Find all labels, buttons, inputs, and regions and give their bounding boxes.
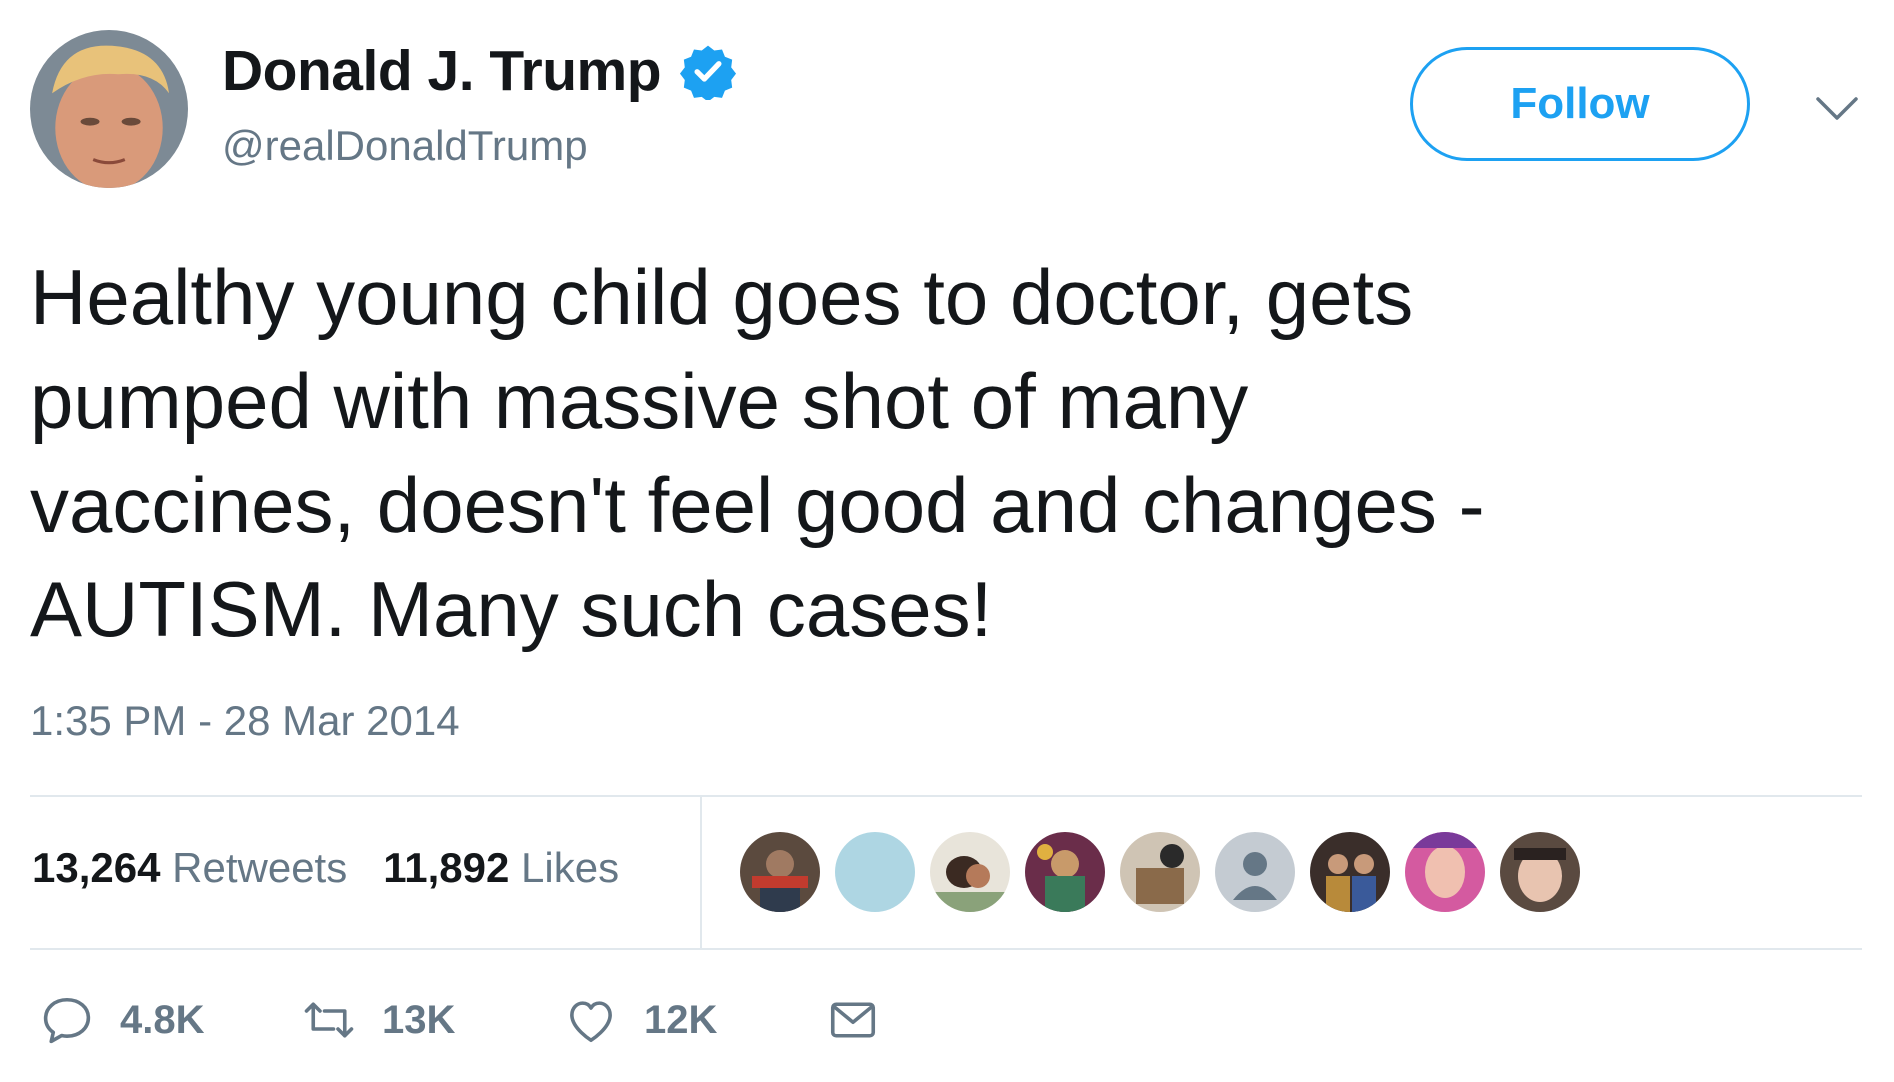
reply-button[interactable]: 4.8K bbox=[40, 993, 302, 1047]
like-button[interactable]: 12K bbox=[564, 993, 826, 1047]
retweets-stat[interactable]: 13,264 Retweets bbox=[32, 844, 347, 892]
chevron-down-icon[interactable] bbox=[1815, 95, 1859, 123]
retweet-button[interactable]: 13K bbox=[302, 993, 564, 1047]
reply-icon bbox=[43, 997, 91, 1044]
liker-avatar[interactable] bbox=[1025, 832, 1105, 912]
author-handle[interactable]: @realDonaldTrump bbox=[222, 122, 588, 170]
reply-count: 4.8K bbox=[120, 997, 205, 1042]
divider bbox=[30, 795, 1862, 797]
liker-avatar[interactable] bbox=[1310, 832, 1390, 912]
default-avatar[interactable] bbox=[1215, 832, 1295, 912]
liker-avatars bbox=[740, 832, 1580, 912]
divider bbox=[30, 948, 1862, 950]
verified-badge-icon bbox=[680, 45, 737, 100]
author-display-name[interactable]: Donald J. Trump bbox=[222, 38, 662, 104]
tweet-text: Healthy young child goes to doctor, gets… bbox=[30, 253, 1485, 653]
heart-icon bbox=[570, 1001, 612, 1043]
likes-label: Likes bbox=[521, 844, 620, 891]
avatar-image bbox=[30, 30, 188, 188]
follow-button[interactable]: Follow bbox=[1410, 47, 1750, 161]
likes-stat[interactable]: 11,892 Likes bbox=[383, 844, 619, 892]
tweet-actions: 4.8K 13K 12K bbox=[40, 993, 880, 1047]
liker-avatar[interactable] bbox=[835, 832, 915, 912]
tweet-timestamp[interactable]: 1:35 PM - 28 Mar 2014 bbox=[30, 697, 460, 745]
retweets-label: Retweets bbox=[172, 844, 348, 891]
author-name-row: Donald J. Trump bbox=[222, 38, 737, 104]
liker-avatar[interactable] bbox=[930, 832, 1010, 912]
likes-count: 11,892 bbox=[383, 844, 510, 891]
liker-avatar[interactable] bbox=[740, 832, 820, 912]
liker-avatar[interactable] bbox=[1500, 832, 1580, 912]
profile-avatar[interactable] bbox=[30, 30, 188, 188]
stats-divider bbox=[700, 797, 702, 949]
direct-message-button[interactable] bbox=[826, 993, 880, 1047]
tweet-stats: 13,264 Retweets 11,892 Likes bbox=[32, 844, 619, 892]
liker-avatar[interactable] bbox=[1405, 832, 1485, 912]
envelope-icon bbox=[830, 1002, 876, 1038]
liker-avatar[interactable] bbox=[1120, 832, 1200, 912]
retweet-count: 13K bbox=[382, 997, 456, 1042]
retweets-count: 13,264 bbox=[32, 844, 161, 891]
retweet-icon bbox=[304, 1002, 354, 1038]
like-count: 12K bbox=[644, 997, 718, 1042]
